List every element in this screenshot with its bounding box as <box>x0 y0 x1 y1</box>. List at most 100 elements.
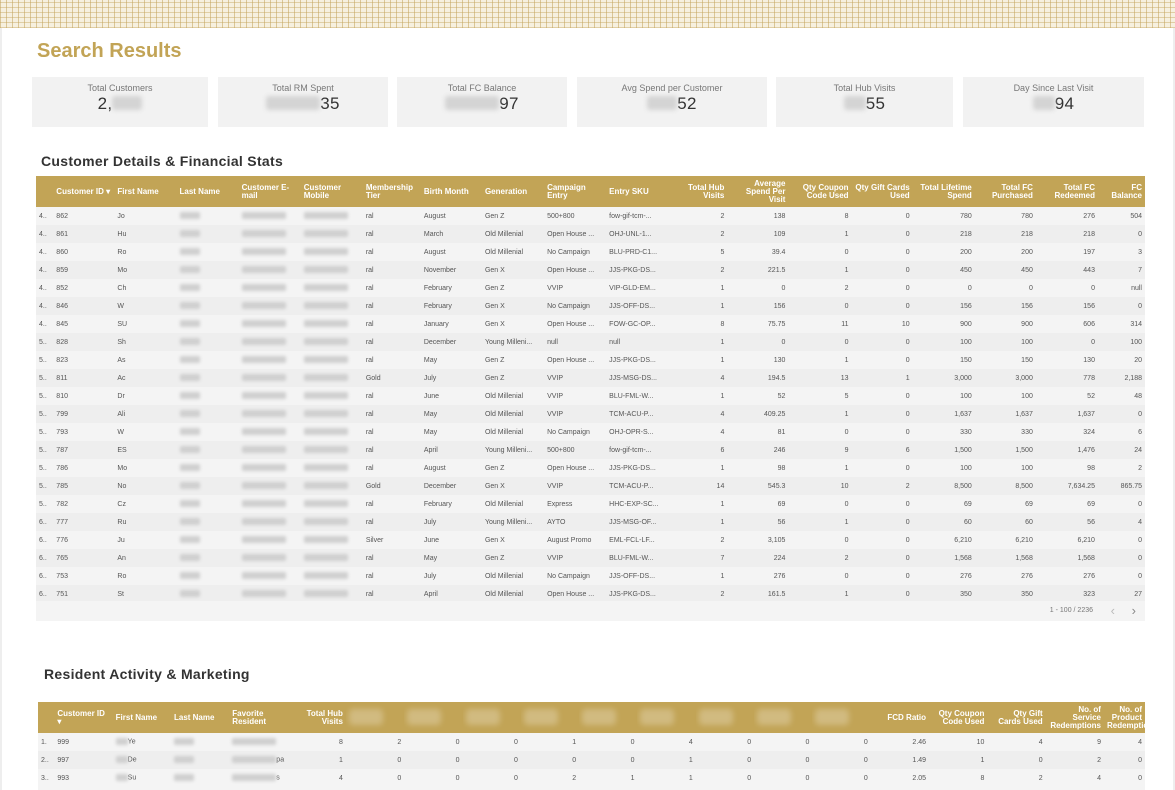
cell-text: 1 <box>720 518 725 526</box>
cell-text: 751 <box>56 590 68 598</box>
column-header-service-redemptions[interactable]: No. of Service Redemptions <box>1045 702 1104 733</box>
table-cell: 150 <box>975 351 1036 369</box>
column-header-redacted[interactable] <box>462 702 521 733</box>
table-cell: 0 <box>788 495 851 513</box>
column-header-qty-coupon[interactable]: Qty Coupon Code Used <box>929 702 988 733</box>
column-header-membership-tier[interactable]: Membership Tier <box>362 176 421 207</box>
column-header-birth-month[interactable]: Birth Month <box>420 176 482 207</box>
cell-text: 500+800 <box>547 212 575 220</box>
table-cell: 1 <box>788 513 851 531</box>
column-header-redacted[interactable] <box>695 702 755 733</box>
table-cell: 14 <box>668 477 727 495</box>
table-cell: Cz <box>114 495 176 513</box>
table-row[interactable]: 4.. 846 Wral February Gen X No Campaign JJS-OF… <box>36 297 1145 315</box>
column-header-redacted[interactable] <box>637 702 696 733</box>
cell-text: 0 <box>781 338 786 346</box>
table-row[interactable]: 4.. 859 Mo ral November Gen X Open House ... JJ… <box>36 261 1145 279</box>
table-cell: Old Millenial <box>482 585 544 601</box>
column-header-customer-id[interactable]: Customer ID ▾ <box>53 176 115 207</box>
table-row[interactable]: 6.. 777 Ru ral July Young Milleni... AYTO JJS-M… <box>36 513 1145 531</box>
cell-text: 20 <box>1134 356 1142 364</box>
table-cell: 0 <box>852 585 913 601</box>
column-header-total-hub-visits[interactable]: Total Hub Visits <box>287 702 346 733</box>
cell-text: 69 <box>1087 500 1095 508</box>
table-row[interactable]: 5.. 793 Wral May Old Millenial No Campaign OHJ… <box>36 423 1145 441</box>
table-row[interactable]: 6.. 753 Ro ral July Old Millenial No Campaign J… <box>36 567 1145 585</box>
column-header-redacted[interactable] <box>345 702 405 733</box>
column-header-last-name[interactable]: Last Name <box>176 176 239 207</box>
column-header-total-fc-redeemed[interactable]: Total FC Redeemed <box>1035 176 1098 207</box>
next-page-button[interactable]: › <box>1132 603 1136 618</box>
redacted-value <box>179 212 200 220</box>
table-cell: 48 <box>1098 387 1145 405</box>
table-row[interactable]: 5.. 823 As ral May Gen Z Open House ... JJS-PKG… <box>36 351 1145 369</box>
table-row[interactable]: 5.. 786 Mo ral August Gen Z Open House ... JJS-… <box>36 459 1145 477</box>
table-cell: March <box>421 225 482 243</box>
column-header-average-spend[interactable]: Average Spend Per Visit <box>727 176 789 207</box>
column-header-product-redemptions[interactable]: No. of Product Redemptions <box>1103 702 1145 733</box>
table-row[interactable]: 5.. 828 Sh ral December Young Milleni... null n… <box>36 333 1145 351</box>
table-row[interactable]: 4.. 862 Jo ral August Gen Z 500+800 fow-gif-tcm… <box>36 207 1145 225</box>
table-cell: 75.75 <box>727 315 788 333</box>
column-header-redacted[interactable] <box>520 702 580 733</box>
table-row[interactable]: 6.. 751 St ral April Old Millenial Open House … <box>36 585 1145 601</box>
table-row[interactable]: 6.. 776 Ju Silver June Gen X August Promo EML-F… <box>36 531 1145 549</box>
table-row[interactable]: 3.. 993 Su s 4 0 0 0 2 1 1 0 0 0 2.05 8 2 4 0 <box>38 769 1145 787</box>
cell-text: 1 <box>339 756 343 764</box>
redacted-value <box>303 374 348 382</box>
table-cell: July <box>421 567 482 585</box>
table-cell: 0 <box>463 733 521 751</box>
column-header-customer-id[interactable]: Customer ID ▾ <box>54 702 113 733</box>
column-header-generation[interactable]: Generation <box>481 176 545 207</box>
column-header-first-name[interactable]: First Name <box>114 176 177 207</box>
table-row[interactable]: 6.. 765 An ral May Gen Z VVIP BLU-FML-W... 7 224 2… <box>36 549 1145 567</box>
column-header-entry-sku[interactable]: Entry SKU <box>606 176 669 207</box>
table-row[interactable]: 5.. 782 Cz ral February Old Millenial Express H… <box>36 495 1145 513</box>
table-row[interactable]: 5.. 799 Ali ral May Old Millenial VVIP TCM-ACU-… <box>36 405 1145 423</box>
cell-text: February <box>423 500 452 508</box>
column-header-qty-gift-cards[interactable]: Qty Gift Cards Used <box>987 702 1046 733</box>
table-row[interactable]: 4.. 845 SU ral January Gen X Open House ... FOW… <box>36 315 1145 333</box>
table-cell: Gen X <box>482 315 544 333</box>
column-header-redacted[interactable] <box>404 702 463 733</box>
cell-text: JJS-OFF-DS... <box>609 572 656 580</box>
table-row[interactable]: 5.. 787 ES ral April Young Milleni... 500+800 f… <box>36 441 1145 459</box>
column-header-first-name[interactable]: First Name <box>112 702 171 733</box>
table-row[interactable]: 4.. 852 Ch ral February Gen Z VVIP VIP-GLD-EM..… <box>36 279 1145 297</box>
column-header-campaign-entry[interactable]: Campaign Entry <box>544 176 607 207</box>
table-row[interactable]: 5.. 811 Ac Gold July Gen Z VVIP JJS-MSG-DS... 4 1… <box>36 369 1145 387</box>
column-header-last-name[interactable]: Last Name <box>170 702 230 733</box>
cell-text: 276 <box>773 572 786 580</box>
table-cell: 0 <box>696 751 754 769</box>
table-cell: 0 <box>852 513 913 531</box>
column-header-qty-gift-cards[interactable]: Qty Gift Cards Used <box>851 176 913 207</box>
column-header-customer-email[interactable]: Customer E-mail <box>238 176 301 207</box>
column-header-customer-mobile[interactable]: Customer Mobile <box>300 176 363 207</box>
table-pagination: 1 - 100 / 2236 ‹ › <box>36 601 1145 621</box>
cell-text: Old Millenial <box>484 428 524 436</box>
table-row[interactable]: 2.. 997 De pa 1 0 0 0 0 0 1 0 0 0 1.49 1 0 2 0 <box>38 751 1145 769</box>
table-row[interactable]: 5.. 785 No Gold December Gen X VVIP TCM-ACU-P..… <box>36 477 1145 495</box>
table-row[interactable]: 5.. 810 Dr ral June Old Millenial VVIP BLU-FML-… <box>36 387 1145 405</box>
cell-text: 0 <box>905 590 910 598</box>
cell-text: April <box>423 590 438 598</box>
cell-text: 6,210 <box>1077 536 1095 544</box>
column-header-redacted[interactable] <box>812 702 871 733</box>
column-header-fcd-ratio[interactable]: FCD Ratio <box>870 702 930 733</box>
table-row[interactable]: 4.. 860 Ro ral August Old Millenial No Campaig… <box>36 243 1145 261</box>
table-row[interactable]: 4.. 861 Hu ral March Old Millenial Open House … <box>36 225 1145 243</box>
column-header-fc-balance[interactable]: FC Balance <box>1097 176 1145 207</box>
column-header-qty-coupon[interactable]: Qty Coupon Code Used <box>788 176 852 207</box>
column-header-total-hub-visits[interactable]: Total Hub Visits <box>668 176 728 207</box>
table-row[interactable]: 1. 999 Ye 8 2 0 0 1 0 4 0 0 0 2.46 10 4 9 4 <box>38 733 1145 751</box>
column-header-total-fc-purchased[interactable]: Total FC Purchased <box>974 176 1036 207</box>
column-header-favorite-resident[interactable]: Favorite Resident <box>229 702 288 733</box>
column-header-redacted[interactable] <box>754 702 813 733</box>
cell-text: ral <box>365 338 374 346</box>
column-header-total-lifetime-spend[interactable]: Total Lifetime Spend <box>912 176 975 207</box>
redacted-value <box>179 482 200 490</box>
column-header-redacted[interactable] <box>579 702 638 733</box>
cell-text: 156 <box>960 302 972 310</box>
cell-text: 1. <box>41 738 47 746</box>
previous-page-button[interactable]: ‹ <box>1111 603 1115 618</box>
